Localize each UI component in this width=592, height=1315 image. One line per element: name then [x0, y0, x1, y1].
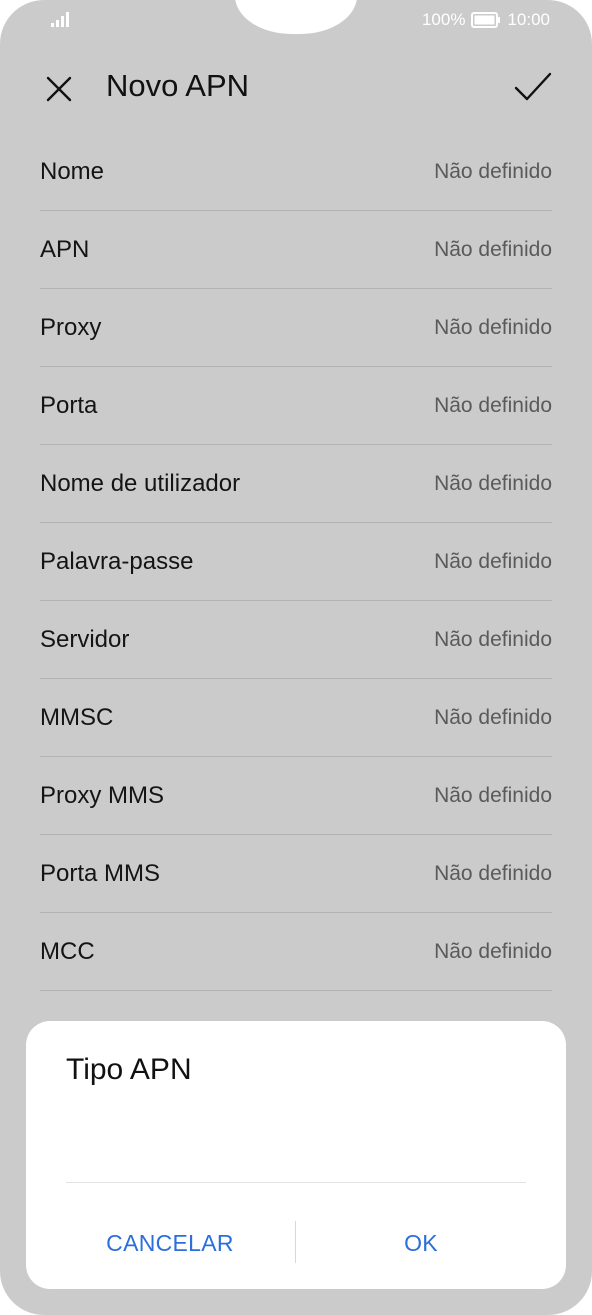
settings-row-value: Não definido [434, 159, 552, 183]
settings-row-value: Não definido [434, 783, 552, 807]
settings-row-value: Não definido [434, 939, 552, 963]
status-bar: 100% 10:00 [0, 0, 592, 40]
settings-row[interactable]: Porta MMS Não definido [40, 835, 552, 913]
apn-settings-list: Nome Não definido APN Não definido Proxy Não … [40, 133, 552, 991]
battery-icon [471, 12, 501, 28]
settings-row-value: Não definido [434, 393, 552, 417]
settings-row-value: Não definido [434, 237, 552, 261]
settings-row[interactable]: MCC Não definido [40, 913, 552, 991]
cancel-button[interactable]: CANCELAR [45, 1221, 295, 1265]
close-icon[interactable] [40, 70, 78, 108]
settings-row-value: Não definido [434, 549, 552, 573]
settings-row-label: Palavra-passe [40, 547, 194, 575]
settings-row[interactable]: Nome de utilizador Não definido [40, 445, 552, 523]
apn-type-dialog: Tipo APN CANCELAR OK [26, 1021, 566, 1289]
settings-row-value: Não definido [434, 705, 552, 729]
dialog-title: Tipo APN [66, 1053, 192, 1086]
app-bar: Novo APN [0, 50, 592, 126]
settings-row-label: Porta MMS [40, 859, 161, 887]
status-right: 100% 10:00 [422, 10, 550, 30]
settings-row[interactable]: Proxy Não definido [40, 289, 552, 367]
settings-row[interactable]: Servidor Não definido [40, 601, 552, 679]
settings-row-value: Não definido [434, 315, 552, 339]
signal-icon [51, 12, 69, 27]
settings-row-label: MMSC [40, 703, 114, 731]
clock: 10:00 [507, 10, 550, 29]
settings-row-label: Servidor [40, 625, 130, 653]
settings-row-label: Porta [40, 391, 98, 419]
check-icon[interactable] [512, 66, 554, 108]
settings-row[interactable]: Palavra-passe Não definido [40, 523, 552, 601]
settings-row[interactable]: Porta Não definido [40, 367, 552, 445]
battery-percent: 100% [421, 10, 466, 29]
ok-button[interactable]: OK [296, 1221, 546, 1265]
settings-row-label: MCC [40, 937, 95, 965]
settings-row-value: Não definido [434, 627, 552, 651]
dialog-divider [66, 1182, 526, 1183]
settings-row-value: Não definido [434, 861, 552, 885]
settings-row[interactable]: Proxy MMS Não definido [40, 757, 552, 835]
page-title: Novo APN [106, 68, 250, 103]
settings-row[interactable]: APN Não definido [40, 211, 552, 289]
settings-row-label: Proxy MMS [40, 781, 165, 809]
settings-row-label: APN [40, 235, 90, 263]
settings-row[interactable]: MMSC Não definido [40, 679, 552, 757]
settings-row-label: Nome de utilizador [40, 469, 241, 497]
settings-row-label: Nome [40, 157, 105, 185]
settings-row[interactable]: Nome Não definido [40, 133, 552, 211]
settings-row-label: Proxy [40, 313, 102, 341]
phone-screen: 100% 10:00 Novo APN Nome Não definido APN N… [0, 0, 592, 1315]
settings-row-value: Não definido [434, 471, 552, 495]
